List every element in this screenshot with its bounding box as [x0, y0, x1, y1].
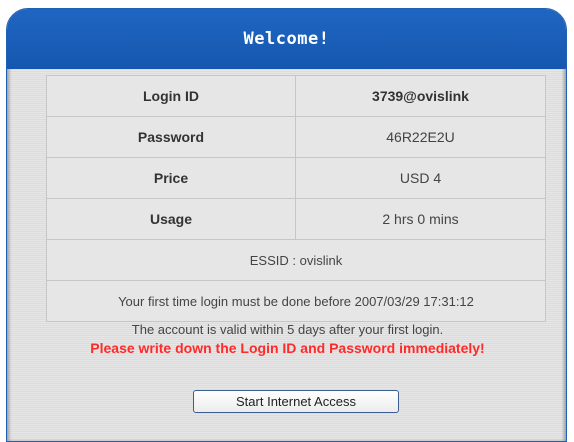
welcome-panel: Welcome! Login ID 3739@ovislink Password…: [6, 8, 567, 442]
table-row-essid: ESSID : ovislink: [46, 239, 546, 281]
password-label: Password: [46, 116, 296, 158]
table-row-price: Price USD 4: [46, 157, 546, 199]
login-deadline-text: Your first time login must be done befor…: [46, 280, 546, 322]
table-row-deadline: Your first time login must be done befor…: [46, 280, 546, 322]
warning-notice: Please write down the Login ID and Passw…: [90, 340, 485, 356]
table-row-login-id: Login ID 3739@ovislink: [46, 75, 546, 117]
start-internet-access-button[interactable]: Start Internet Access: [193, 390, 399, 413]
notice-block: The account is valid within 5 days after…: [7, 320, 566, 358]
price-value: USD 4: [295, 157, 546, 199]
login-id-label: Login ID: [46, 75, 296, 117]
essid-text: ESSID : ovislink: [46, 239, 546, 281]
login-id-value: 3739@ovislink: [295, 75, 546, 117]
panel-title: Welcome!: [243, 29, 330, 49]
account-info-table: Login ID 3739@ovislink Password 46R22E2U…: [46, 75, 546, 322]
usage-value: 2 hrs 0 mins: [295, 198, 546, 240]
validity-notice: The account is valid within 5 days after…: [131, 322, 444, 337]
table-row-password: Password 46R22E2U: [46, 116, 546, 158]
table-row-usage: Usage 2 hrs 0 mins: [46, 198, 546, 240]
panel-header: Welcome!: [7, 9, 566, 69]
password-value: 46R22E2U: [295, 116, 546, 158]
usage-label: Usage: [46, 198, 296, 240]
price-label: Price: [46, 157, 296, 199]
